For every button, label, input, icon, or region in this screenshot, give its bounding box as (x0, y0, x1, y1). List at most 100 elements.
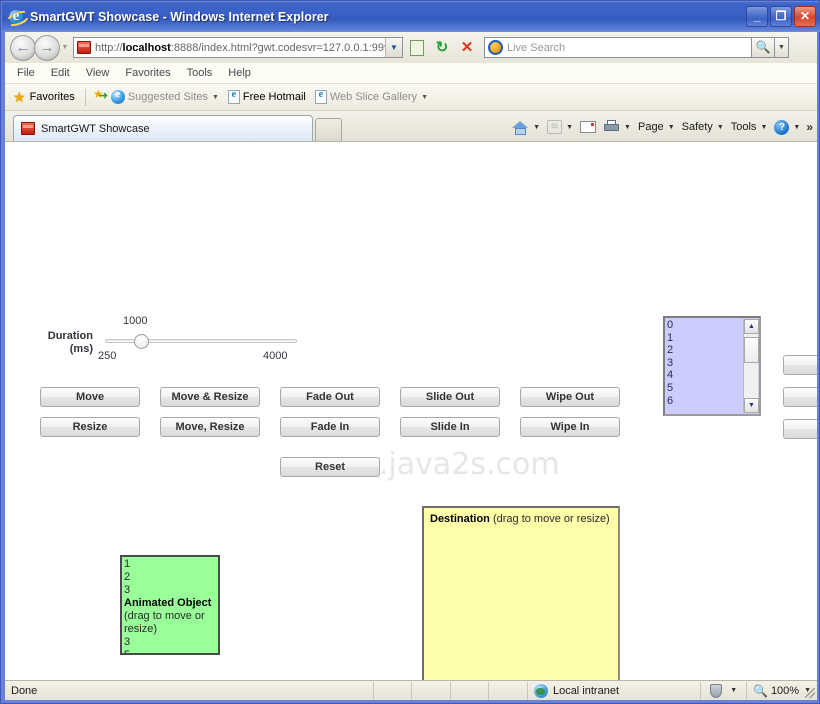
search-go-button[interactable]: 🔍 (752, 37, 775, 58)
scroll-listbox[interactable]: 0123456 ▲ ▼ (663, 316, 761, 416)
listbox-option[interactable]: 5 (667, 382, 673, 395)
menu-item-view[interactable]: View (86, 67, 110, 79)
listbox-option[interactable]: 2 (667, 344, 673, 357)
favorites-button-label[interactable]: Favorites (30, 91, 75, 103)
add-to-favorites-icon[interactable]: ★ ➜ (93, 87, 108, 104)
tools-menu-label: Tools (730, 121, 757, 133)
address-dropdown-icon[interactable]: ▼ (385, 38, 402, 57)
action-button-resize[interactable]: Resize (40, 417, 140, 437)
menu-item-tools[interactable]: Tools (187, 67, 213, 79)
action-button-wipe-in[interactable]: Wipe In (520, 417, 620, 437)
status-segment (412, 681, 451, 700)
action-button-wipe-out[interactable]: Wipe Out (520, 387, 620, 407)
action-button-move-resize[interactable]: Move, Resize (160, 417, 260, 437)
duration-label-line1: Duration (47, 330, 93, 342)
status-message: Done (5, 681, 374, 700)
safety-menu-button[interactable]: Safety ▼ (682, 121, 724, 133)
close-button[interactable]: ✕ (794, 6, 816, 27)
suggested-sites-icon (110, 88, 125, 104)
listbox-option[interactable]: 3 (667, 357, 673, 370)
action-button-scr[interactable]: Scr (783, 419, 817, 439)
stop-button[interactable]: ✕ (456, 37, 478, 59)
maximize-button[interactable]: ❐ (770, 6, 792, 27)
window-controls: _ ❐ ✕ (746, 6, 816, 27)
command-bar: ▼ ≋ ▼ ▼ Page ▼ Safety ▼ Tools ▼ ? ▼ » (505, 114, 813, 140)
home-button[interactable]: ▼ (512, 120, 540, 135)
chevron-down-icon: ▼ (211, 93, 219, 101)
title-bar: e SmartGWT Showcase - Windows Internet E… (2, 2, 820, 32)
security-zone[interactable]: Local intranet (528, 681, 702, 700)
forward-arrow-icon: → (39, 38, 55, 56)
search-input[interactable]: Live Search (507, 42, 751, 54)
duration-slider-thumb[interactable] (134, 334, 149, 349)
action-button-scr[interactable]: Scr (783, 355, 817, 375)
compatibility-view-button[interactable] (406, 37, 428, 59)
protected-mode-indicator[interactable]: ▼ (701, 681, 747, 700)
action-button-move-resize[interactable]: Move & Resize (160, 387, 260, 407)
favorites-item-free-hotmail[interactable]: Free Hotmail (227, 89, 306, 104)
action-button-fade-in[interactable]: Fade In (280, 417, 380, 437)
scroll-up-icon[interactable]: ▲ (744, 319, 759, 334)
tools-menu-button[interactable]: Tools ▼ (731, 121, 768, 133)
favorites-item-label: Suggested Sites (127, 91, 208, 103)
listbox-option[interactable]: 1 (667, 332, 673, 345)
minimize-button[interactable]: _ (746, 6, 768, 27)
status-segment (451, 681, 490, 700)
chevron-down-icon: ▼ (667, 123, 675, 131)
menu-item-edit[interactable]: Edit (51, 67, 70, 79)
favorites-item-suggested-sites[interactable]: Suggested Sites ▼ (110, 88, 219, 104)
favorites-bar: ★ Favorites ★➜ Suggested Sites ▼ Free Ho… (5, 84, 817, 111)
scrollbar-thumb[interactable] (744, 337, 759, 363)
browser-window: e SmartGWT Showcase - Windows Internet E… (0, 0, 820, 704)
menu-item-favorites[interactable]: Favorites (125, 67, 170, 79)
duration-slider[interactable]: Duration (ms) 1000 250 4000 (35, 315, 305, 367)
action-button-move[interactable]: Move (40, 387, 140, 407)
tab-smartgwt-showcase[interactable]: SmartGWT Showcase (13, 115, 313, 141)
print-button[interactable]: ▼ (603, 120, 631, 134)
status-segment (489, 681, 528, 700)
navigation-bar: ← → ▼ http://localhost:8888/index.html?g… (5, 32, 817, 63)
animated-object-line3: 3 (124, 584, 131, 596)
animated-object-hint: (drag to move or resize) (124, 610, 205, 635)
back-button[interactable]: ← (10, 34, 36, 61)
feeds-button[interactable]: ≋ ▼ (547, 120, 573, 134)
listbox-option[interactable]: 6 (667, 395, 673, 408)
forward-button[interactable]: → (34, 34, 60, 61)
history-dropdown-icon[interactable]: ▼ (60, 44, 70, 51)
bing-icon (488, 40, 503, 55)
action-button-slide-out[interactable]: Slide Out (400, 387, 500, 407)
duration-label-line2: (ms) (69, 343, 93, 355)
menu-item-help[interactable]: Help (228, 67, 251, 79)
search-provider-dropdown[interactable]: ▼ (775, 37, 789, 58)
listbox-scrollbar[interactable]: ▲ ▼ (743, 319, 759, 413)
page-menu-button[interactable]: Page ▼ (638, 121, 675, 133)
destination-box[interactable]: Destination (drag to move or resize) (422, 506, 620, 697)
listbox-option[interactable]: 0 (667, 319, 673, 332)
action-button-slide-in[interactable]: Slide In (400, 417, 500, 437)
command-bar-overflow-button[interactable]: » (806, 120, 813, 134)
refresh-button[interactable]: ↻ (431, 37, 453, 59)
page-viewport: www.java2s.com Duration (ms) 1000 250 40… (5, 141, 817, 697)
animated-object-box[interactable]: 1 2 3 Animated Object (drag to move or r… (120, 555, 220, 655)
new-tab-button[interactable] (315, 118, 342, 141)
address-bar[interactable]: http://localhost:8888/index.html?gwt.cod… (73, 37, 403, 58)
safety-menu-label: Safety (681, 121, 713, 133)
listbox-options[interactable]: 0123456 (667, 319, 673, 407)
action-button-reset[interactable]: Reset (280, 457, 380, 477)
favorites-item-web-slice-gallery[interactable]: Web Slice Gallery ▼ (314, 89, 428, 104)
action-button-scro[interactable]: Scro (783, 387, 817, 407)
address-path: :8888/index.html?gwt.codesvr=127.0.0.1:9… (170, 41, 385, 54)
listbox-option[interactable]: 4 (667, 369, 673, 382)
resize-grip[interactable] (805, 688, 815, 698)
chevron-down-icon: ▼ (716, 123, 724, 131)
search-box[interactable]: Live Search (484, 37, 752, 58)
address-input[interactable]: http://localhost:8888/index.html?gwt.cod… (95, 42, 385, 54)
menu-item-file[interactable]: File (17, 67, 35, 79)
scroll-down-icon[interactable]: ▼ (744, 398, 759, 413)
mail-button[interactable] (580, 121, 597, 133)
globe-icon (533, 683, 548, 698)
animated-object-line1: 1 (124, 558, 131, 570)
action-button-fade-out[interactable]: Fade Out (280, 387, 380, 407)
animated-object-line5: 5 (124, 649, 131, 655)
help-menu-button[interactable]: ? ▼ (774, 119, 800, 135)
